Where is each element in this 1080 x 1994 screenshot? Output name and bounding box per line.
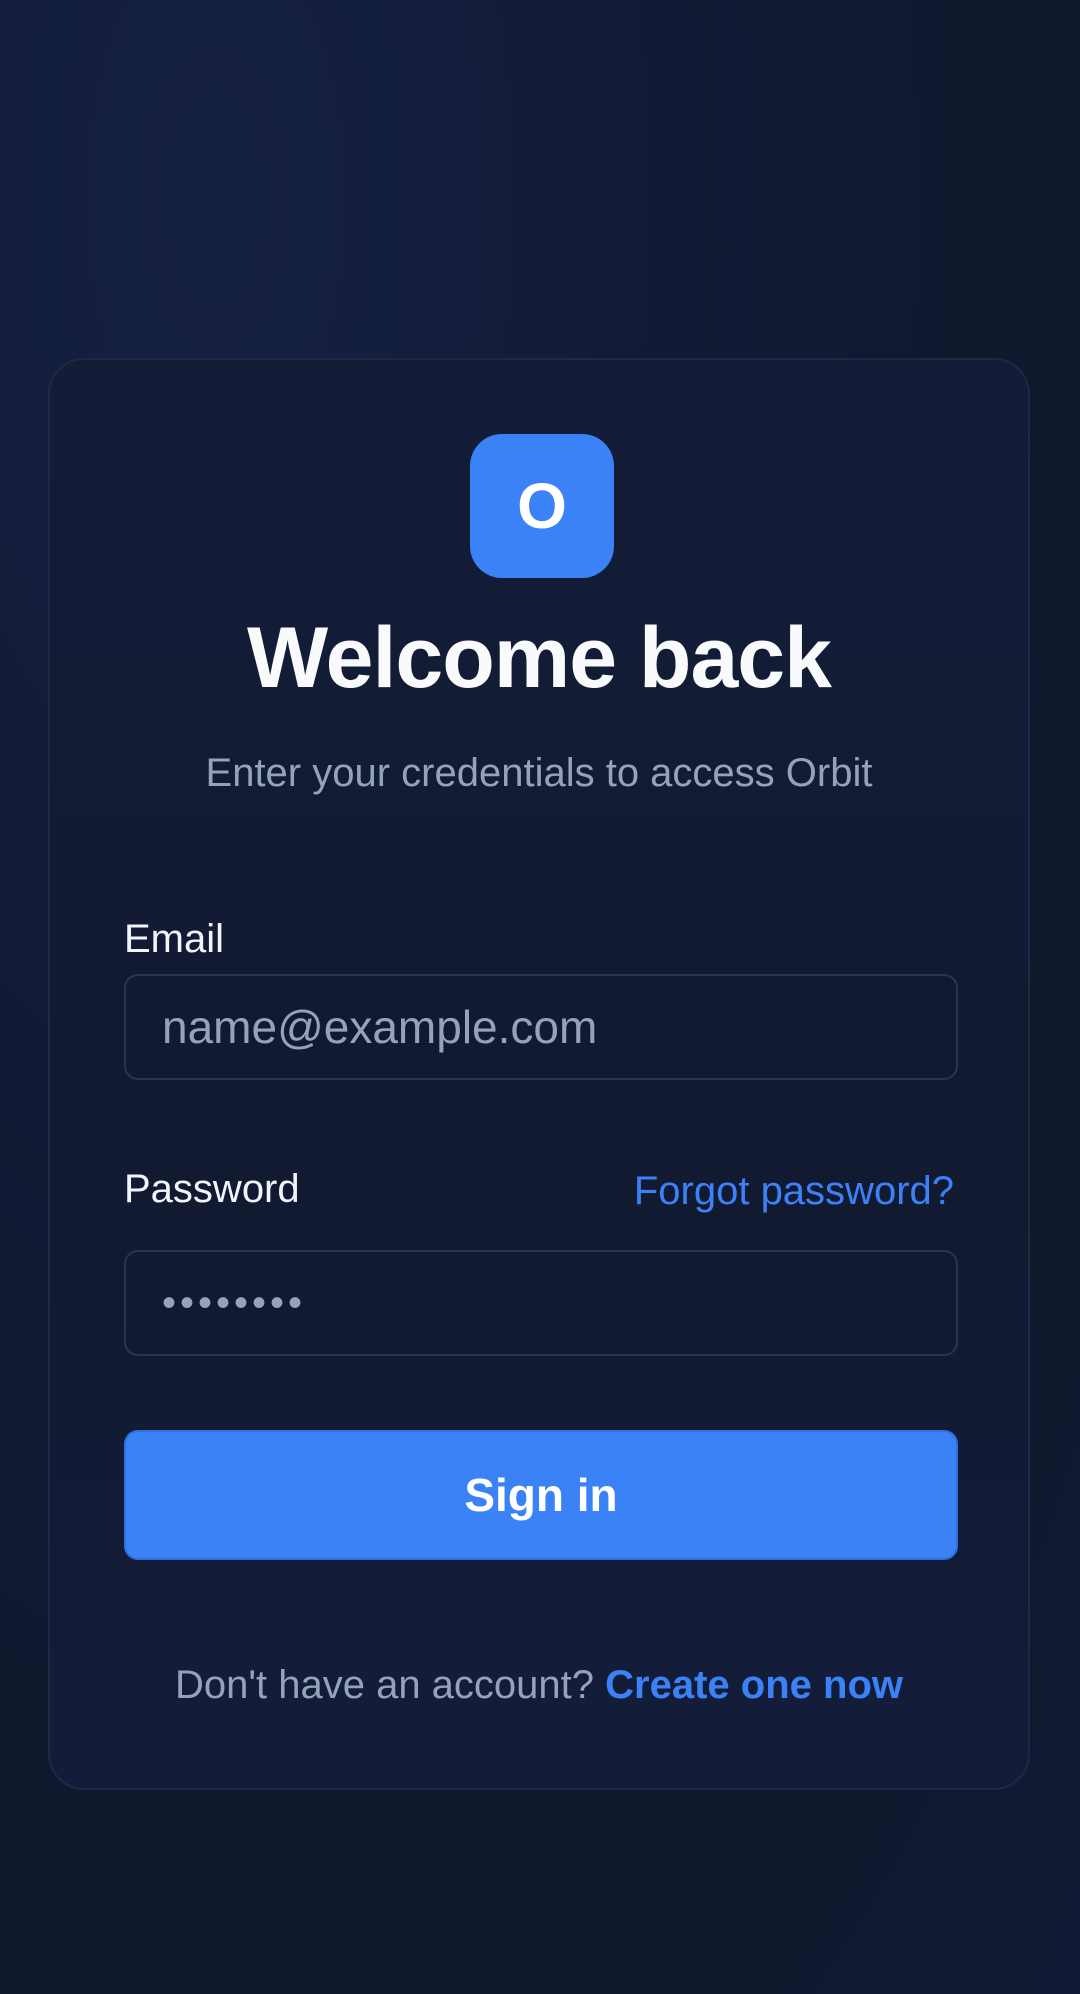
sign-in-button[interactable]: Sign in: [124, 1430, 958, 1560]
email-label: Email: [124, 917, 225, 961]
login-card: O Welcome back Enter your credentials to…: [48, 358, 1030, 1790]
signup-prompt-text: Don't have an account?: [174, 1663, 595, 1707]
password-field[interactable]: ••••••••: [124, 1250, 958, 1356]
orbit-logo: O: [470, 434, 614, 578]
page-title: Welcome back: [247, 610, 832, 706]
email-field[interactable]: name@example.com: [124, 974, 958, 1080]
password-label: Password: [124, 1167, 300, 1211]
create-account-link[interactable]: Create one now: [605, 1663, 903, 1707]
forgot-password-link[interactable]: Forgot password?: [634, 1166, 954, 1216]
page-subtitle: Enter your credentials to access Orbit: [205, 751, 873, 795]
signup-prompt: Don't have an account? Create one now: [50, 1660, 1028, 1710]
